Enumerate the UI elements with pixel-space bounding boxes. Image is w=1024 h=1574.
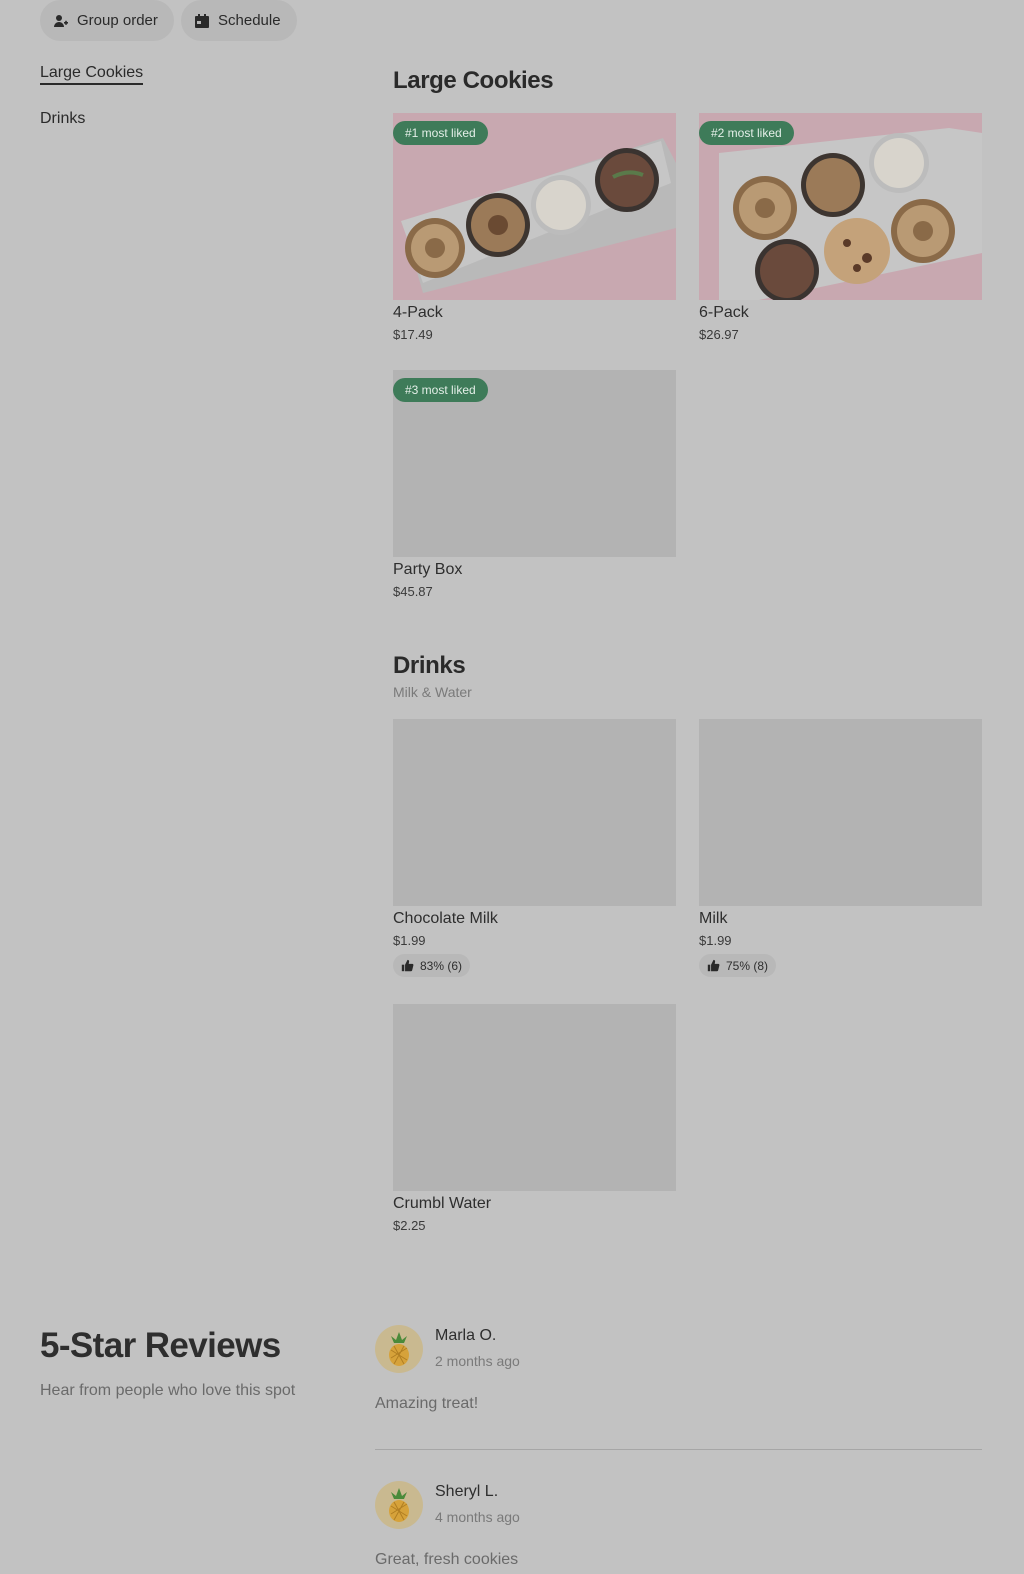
most-liked-badge: #3 most liked [393, 378, 488, 402]
reviews-subtitle: Hear from people who love this spot [40, 1382, 296, 1399]
menu-item-price: $2.25 [393, 1218, 426, 1233]
menu-item-name: 4-Pack [393, 304, 443, 321]
rating-text: 83% (6) [420, 958, 463, 973]
menu-item-card[interactable]: #3 most liked Party Box $45.87 [393, 370, 676, 599]
most-liked-badge: #2 most liked [699, 121, 794, 145]
reviewer-name: Sheryl L. [435, 1483, 499, 1500]
review-text: Amazing treat! [375, 1395, 479, 1412]
menu-item-card[interactable]: Crumbl Water $2.25 [393, 1004, 676, 1233]
most-liked-badge: #1 most liked [393, 121, 488, 145]
section-title-large-cookies: Large Cookies [393, 67, 554, 94]
menu-item-image: #2 most liked [699, 113, 982, 300]
review-divider [375, 1449, 982, 1450]
menu-item-card[interactable]: Chocolate Milk $1.99 83% (6) [393, 719, 676, 977]
schedule-button[interactable]: Schedule [181, 0, 297, 41]
reviewer-name: Marla O. [435, 1327, 497, 1344]
menu-item-name: 6-Pack [699, 304, 749, 321]
menu-item-image: #1 most liked [393, 113, 676, 300]
group-order-label: Group order [77, 12, 158, 29]
review-item: Marla O. 2 months ago Amazing treat! [375, 1325, 982, 1425]
thumbs-up-icon [401, 959, 414, 972]
schedule-label: Schedule [218, 12, 281, 29]
menu-item-card[interactable]: Milk $1.99 75% (8) [699, 719, 982, 977]
rating-badge: 75% (8) [699, 954, 777, 977]
menu-item-price: $45.87 [393, 584, 433, 599]
section-subtitle-drinks: Milk & Water [393, 684, 472, 700]
review-text: Great, fresh cookies [375, 1551, 519, 1568]
pineapple-icon [389, 1488, 409, 1522]
section-title-drinks: Drinks [393, 652, 466, 679]
review-item: Sheryl L. 4 months ago Great, fresh cook… [375, 1481, 982, 1574]
menu-item-card[interactable]: #1 most liked 4-Pack $17.49 [393, 113, 676, 342]
rating-text: 75% (8) [726, 958, 769, 973]
nav-item-large-cookies[interactable]: Large Cookies [40, 64, 144, 85]
avatar [375, 1481, 423, 1529]
reviews-title: 5-Star Reviews [40, 1326, 281, 1365]
pineapple-icon [389, 1332, 409, 1366]
menu-item-price: $17.49 [393, 327, 433, 342]
menu-item-name: Party Box [393, 561, 463, 578]
rating-badge: 83% (6) [393, 954, 471, 977]
menu-item-image: #3 most liked [393, 370, 676, 557]
nav-item-drinks[interactable]: Drinks [40, 110, 85, 128]
menu-item-card[interactable]: #2 most liked 6-Pack $26.97 [699, 113, 982, 342]
menu-item-name: Crumbl Water [393, 1195, 492, 1212]
menu-item-name: Milk [699, 910, 728, 927]
menu-item-price: $1.99 [699, 933, 732, 948]
menu-item-name: Chocolate Milk [393, 910, 498, 927]
calendar-icon [195, 13, 209, 28]
review-time: 4 months ago [435, 1509, 520, 1525]
review-time: 2 months ago [435, 1353, 520, 1369]
thumbs-up-icon [707, 959, 720, 972]
menu-item-image [699, 719, 982, 906]
group-order-button[interactable]: Group order [40, 0, 174, 41]
person-plus-icon [54, 14, 68, 27]
menu-item-price: $26.97 [699, 327, 739, 342]
menu-item-image [393, 719, 676, 906]
avatar [375, 1325, 423, 1373]
menu-item-image [393, 1004, 676, 1191]
menu-item-price: $1.99 [393, 933, 426, 948]
